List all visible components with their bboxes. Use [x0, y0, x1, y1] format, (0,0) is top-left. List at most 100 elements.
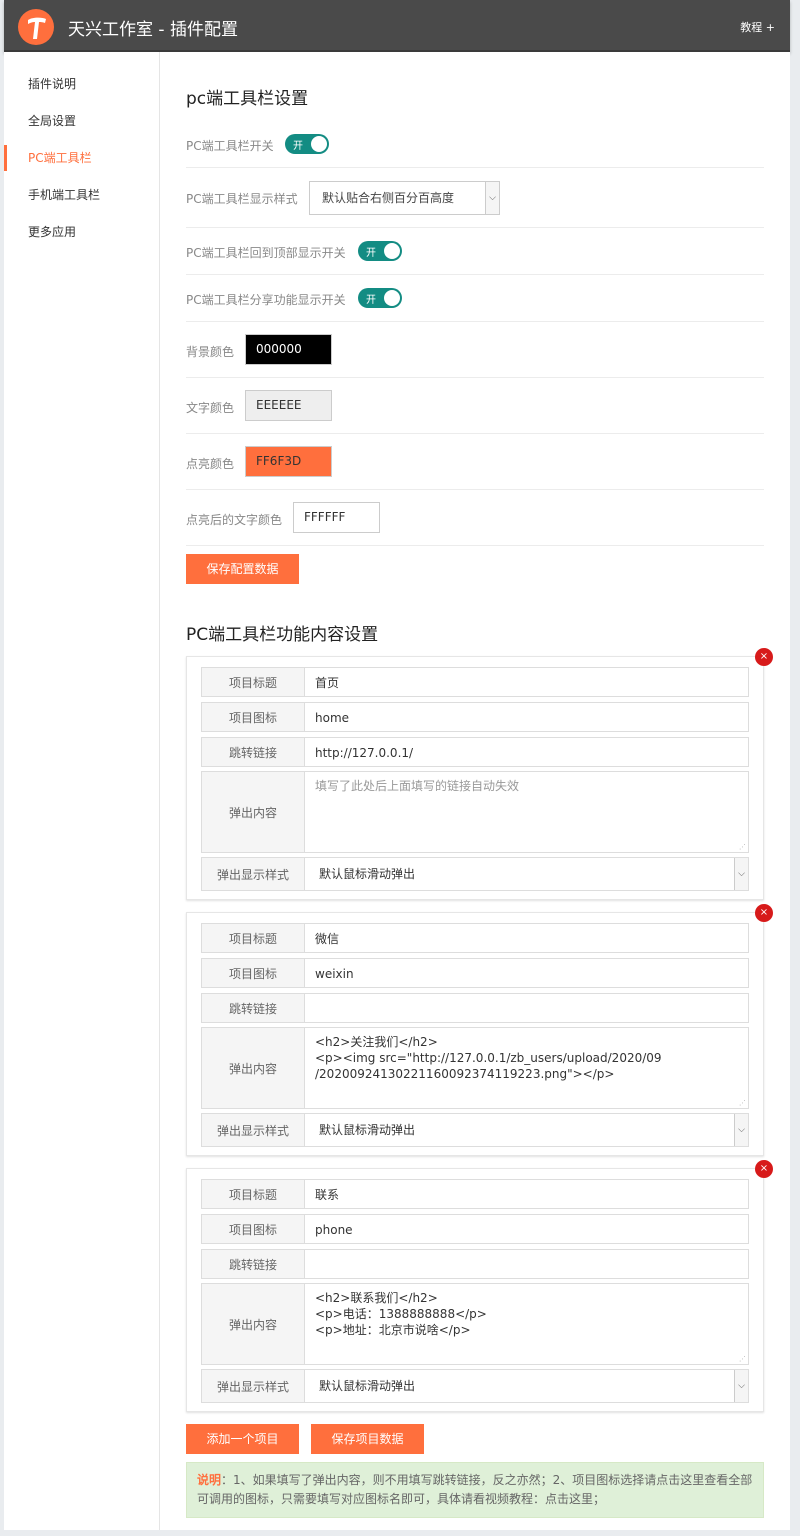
- tutorial-menu[interactable]: 教程 +: [740, 19, 775, 35]
- toggle-knob: [311, 136, 327, 152]
- item-popup-style-field: 弹出显示样式 默认鼠标滑动弹出 ⌵: [201, 1369, 749, 1403]
- studio-logo-icon: [18, 9, 54, 45]
- share-label: PC端工具栏分享功能显示开关: [186, 293, 346, 307]
- text-color-input[interactable]: EEEEEE: [245, 390, 332, 421]
- resize-handle-icon[interactable]: ⋰: [739, 843, 747, 851]
- display-style-row: PC端工具栏显示样式 默认贴合右侧百分百高度 ⌵: [186, 168, 764, 228]
- sidebar-item-global-settings[interactable]: 全局设置: [4, 108, 160, 134]
- sidebar-item-plugin-info[interactable]: 插件说明: [4, 71, 160, 97]
- item-link-input[interactable]: [305, 993, 749, 1023]
- highlight-color-row: 点亮颜色 FF6F3D: [186, 434, 764, 490]
- save-config-button[interactable]: 保存配置数据: [186, 554, 299, 584]
- field-label: 弹出内容: [201, 1027, 305, 1109]
- field-label: 项目标题: [201, 923, 305, 953]
- item-popup-style-field: 弹出显示样式 默认鼠标滑动弹出 ⌵: [201, 857, 749, 891]
- toolbar-item-card: × 项目标题 联系 项目图标 phone 跳转链接 弹出内容 <h2>联系我们<…: [186, 1160, 773, 1412]
- bg-color-label: 背景颜色: [186, 345, 235, 359]
- text-color-row: 文字颜色 EEEEEE: [186, 378, 764, 434]
- toolbar-item-card: × 项目标题 首页 项目图标 home 跳转链接 http://127.0.0.…: [186, 648, 773, 900]
- chevron-down-icon: ⌵: [734, 858, 748, 890]
- display-style-label: PC端工具栏显示样式: [186, 192, 298, 206]
- field-label: 弹出显示样式: [201, 857, 305, 891]
- sidebar: 插件说明 全局设置 PC端工具栏 手机端工具栏 更多应用: [4, 52, 160, 1530]
- item-link-field: 跳转链接: [201, 1249, 749, 1279]
- item-popup-field: 弹出内容 <h2>关注我们</h2> <p><img src="http://1…: [201, 1027, 749, 1109]
- item-link-input[interactable]: [305, 1249, 749, 1279]
- item-popup-style-field: 弹出显示样式 默认鼠标滑动弹出 ⌵: [201, 1113, 749, 1147]
- item-link-input[interactable]: http://127.0.0.1/: [305, 737, 749, 767]
- field-label: 跳转链接: [201, 737, 305, 767]
- back-to-top-toggle[interactable]: 开: [358, 241, 402, 261]
- delete-item-icon[interactable]: ×: [755, 648, 773, 666]
- popup-style-value: 默认鼠标滑动弹出: [319, 1379, 416, 1393]
- popup-style-value: 默认鼠标滑动弹出: [319, 867, 416, 881]
- item-title-input[interactable]: 联系: [305, 1179, 749, 1209]
- bg-color-row: 背景颜色 000000: [186, 322, 764, 378]
- display-style-value: 默认贴合右侧百分百高度: [322, 191, 455, 205]
- resize-handle-icon[interactable]: ⋰: [739, 1355, 747, 1363]
- item-popup-textarea[interactable]: <h2>联系我们</h2> <p>电话：1388888888</p> <p>地址…: [305, 1283, 749, 1365]
- item-link-field: 跳转链接 http://127.0.0.1/: [201, 737, 749, 767]
- toggle-knob: [384, 290, 400, 306]
- delete-item-icon[interactable]: ×: [755, 1160, 773, 1178]
- highlight-text-color-input[interactable]: FFFFFF: [293, 502, 380, 533]
- highlight-text-color-label: 点亮后的文字颜色: [186, 513, 283, 527]
- item-icon-field: 项目图标 weixin: [201, 958, 749, 988]
- back-to-top-row: PC端工具栏回到顶部显示开关 开: [186, 228, 764, 275]
- field-label: 跳转链接: [201, 993, 305, 1023]
- field-label: 项目标题: [201, 667, 305, 697]
- item-title-field: 项目标题 微信: [201, 923, 749, 953]
- item-icon-input[interactable]: weixin: [305, 958, 749, 988]
- item-link-field: 跳转链接: [201, 993, 749, 1023]
- save-items-button[interactable]: 保存项目数据: [311, 1424, 424, 1454]
- item-popup-style-select[interactable]: 默认鼠标滑动弹出 ⌵: [305, 857, 749, 891]
- toggle-knob: [384, 243, 400, 259]
- item-title-field: 项目标题 首页: [201, 667, 749, 697]
- item-title-field: 项目标题 联系: [201, 1179, 749, 1209]
- share-toggle[interactable]: 开: [358, 288, 402, 308]
- note-key: 说明: [197, 1473, 222, 1487]
- chevron-down-icon: ⌵: [734, 1114, 748, 1146]
- delete-item-icon[interactable]: ×: [755, 904, 773, 922]
- item-title-input[interactable]: 首页: [305, 667, 749, 697]
- sidebar-item-more-apps[interactable]: 更多应用: [4, 219, 160, 245]
- item-popup-field: 弹出内容 填写了此处后上面填写的链接自动失效 ⋰: [201, 771, 749, 853]
- help-note: 说明：1、如果填写了弹出内容，则不用填写跳转链接，反之亦然；2、项目图标选择请点…: [186, 1462, 764, 1518]
- item-icon-input[interactable]: home: [305, 702, 749, 732]
- resize-handle-icon[interactable]: ⋰: [739, 1099, 747, 1107]
- popup-style-value: 默认鼠标滑动弹出: [319, 1123, 416, 1137]
- item-popup-field: 弹出内容 <h2>联系我们</h2> <p>电话：1388888888</p> …: [201, 1283, 749, 1365]
- highlight-color-label: 点亮颜色: [186, 457, 235, 471]
- add-item-button[interactable]: 添加一个项目: [186, 1424, 299, 1454]
- back-to-top-label: PC端工具栏回到顶部显示开关: [186, 246, 346, 260]
- content-settings-heading: PC端工具栏功能内容设置: [186, 625, 379, 645]
- highlight-text-color-row: 点亮后的文字颜色 FFFFFF: [186, 490, 764, 546]
- toolbar-item-card: × 项目标题 微信 项目图标 weixin 跳转链接 弹出内容 <h2>关注我们…: [186, 904, 773, 1156]
- chevron-down-icon: ⌵: [734, 1370, 748, 1402]
- text-color-label: 文字颜色: [186, 401, 235, 415]
- toolbar-switch-row: PC端工具栏开关 开: [186, 124, 764, 168]
- item-popup-style-select[interactable]: 默认鼠标滑动弹出 ⌵: [305, 1369, 749, 1403]
- item-popup-textarea[interactable]: 填写了此处后上面填写的链接自动失效: [305, 771, 749, 853]
- bg-color-input[interactable]: 000000: [245, 334, 332, 365]
- item-icon-input[interactable]: phone: [305, 1214, 749, 1244]
- field-label: 弹出内容: [201, 1283, 305, 1365]
- pc-settings-heading: pc端工具栏设置: [186, 89, 309, 109]
- highlight-color-input[interactable]: FF6F3D: [245, 446, 332, 477]
- toolbar-switch-toggle[interactable]: 开: [285, 134, 329, 154]
- item-icon-field: 项目图标 phone: [201, 1214, 749, 1244]
- page-shell: 插件说明 全局设置 PC端工具栏 手机端工具栏 更多应用 pc端工具栏设置 PC…: [4, 52, 790, 1530]
- item-popup-textarea[interactable]: <h2>关注我们</h2> <p><img src="http://127.0.…: [305, 1027, 749, 1109]
- field-label: 项目标题: [201, 1179, 305, 1209]
- field-label: 弹出内容: [201, 771, 305, 853]
- field-label: 跳转链接: [201, 1249, 305, 1279]
- item-popup-style-select[interactable]: 默认鼠标滑动弹出 ⌵: [305, 1113, 749, 1147]
- display-style-select[interactable]: 默认贴合右侧百分百高度 ⌵: [309, 181, 500, 215]
- sidebar-item-mobile-toolbar[interactable]: 手机端工具栏: [4, 182, 160, 208]
- field-label: 项目图标: [201, 1214, 305, 1244]
- item-title-input[interactable]: 微信: [305, 923, 749, 953]
- toolbar-switch-label: PC端工具栏开关: [186, 139, 274, 153]
- field-label: 项目图标: [201, 958, 305, 988]
- sidebar-item-pc-toolbar[interactable]: PC端工具栏: [4, 145, 160, 171]
- app-title: 天兴工作室 - 插件配置: [68, 20, 238, 40]
